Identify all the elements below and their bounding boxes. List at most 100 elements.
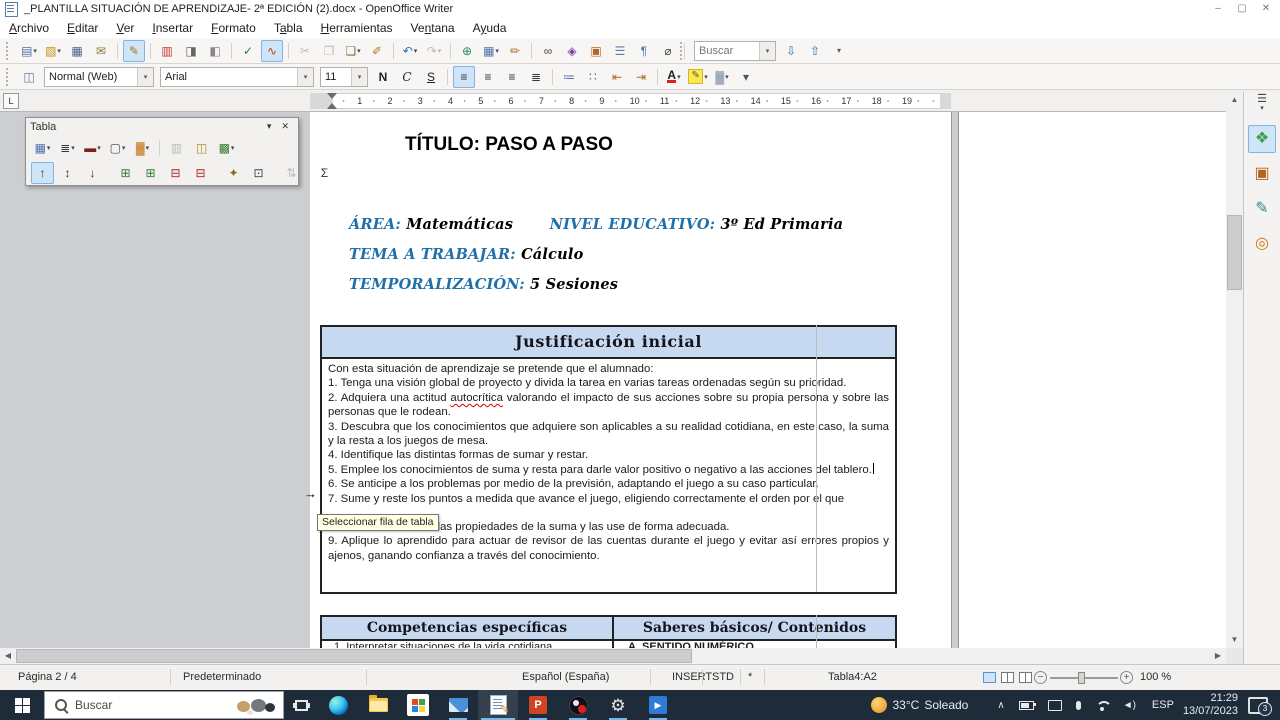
font-name-select[interactable]: Arial ▾ — [160, 66, 314, 87]
weather-temperature[interactable]: 33°C — [893, 698, 920, 712]
volume-icon[interactable]: ◄) — [1123, 700, 1136, 711]
menu-editar[interactable]: Editar — [58, 19, 107, 37]
align-right-button[interactable]: ≡ — [501, 66, 523, 88]
modified-indicator[interactable]: * — [748, 671, 752, 683]
panel-menu-icon[interactable]: ▾ — [262, 121, 277, 132]
sidebar-tab-properties[interactable]: ❖ — [1248, 125, 1276, 153]
background-color-button[interactable]: ▓ ▾ — [711, 66, 733, 88]
nonprinting-chars-button[interactable]: ¶ — [633, 40, 655, 62]
toolbar-grip[interactable] — [6, 41, 13, 60]
table-properties-button[interactable]: ⊡ — [247, 162, 270, 184]
book-view-icon[interactable] — [1019, 672, 1032, 683]
dropdown-arrow-icon[interactable]: ▾ — [122, 144, 126, 152]
zoom-level[interactable]: 100 % — [1140, 671, 1171, 683]
dropdown-arrow-icon[interactable]: ▾ — [438, 47, 442, 55]
menu-ayuda[interactable]: Ayuda — [464, 19, 516, 37]
table-panel-title-bar[interactable]: Tabla ▾ ✕ — [26, 118, 298, 135]
dropdown-arrow-icon[interactable]: ▾ — [231, 144, 235, 152]
page-style-indicator[interactable]: Predeterminado — [183, 671, 261, 683]
table-insert-button[interactable]: ▦ ▾ — [31, 137, 54, 159]
zoom-button[interactable]: ⌀ — [657, 40, 679, 62]
toolbar-grip[interactable] — [6, 67, 13, 86]
menu-tabla[interactable]: Tabla — [265, 19, 312, 37]
align-bottom-button[interactable]: ↓ — [81, 162, 104, 184]
insert-table-button[interactable]: ▦ ▾ — [480, 40, 502, 62]
keyboard-language-indicator[interactable]: ESP — [1152, 699, 1174, 711]
vertical-scrollbar[interactable]: ▲ ▼ — [1226, 92, 1243, 648]
navigator-button[interactable]: ◈ — [561, 40, 583, 62]
dropdown-arrow-icon[interactable]: ▾ — [725, 73, 729, 81]
borders-button[interactable]: ▢ ▾ — [106, 137, 129, 159]
chevron-down-icon[interactable]: ▾ — [137, 67, 153, 86]
horizontal-scroll-thumb[interactable] — [16, 649, 692, 663]
undo-button[interactable]: ↶ ▾ — [399, 40, 421, 62]
sidebar-tab-gallery[interactable]: ▣ — [1248, 160, 1276, 188]
taskbar-app-writer[interactable] — [478, 690, 518, 720]
tab-stop-selector[interactable]: L — [3, 93, 19, 109]
zoom-out-icon[interactable]: − — [1034, 671, 1047, 684]
styles-panel-button[interactable]: ◫ — [18, 66, 40, 88]
close-button[interactable]: ✕ — [1254, 0, 1278, 17]
find-replace-button[interactable]: ∞ — [537, 40, 559, 62]
table-toolbar-panel[interactable]: Tabla ▾ ✕ ▦ ▾ ≣ ▾ ▬ ▾ ▢ ▾ ▓ ▾ ▥ ◫ ▩ ▾ ↑ ↕ ↓ ⊞ ⊞ ⊟ ⊟ ✦ ⊡ ⇅ Σ — [25, 117, 328, 186]
justificacion-table[interactable]: Justificación inicial Con esta situación… — [320, 325, 897, 594]
font-color-button[interactable]: A ▾ — [663, 66, 685, 88]
save-button[interactable]: ▦ — [66, 40, 88, 62]
scroll-down-icon[interactable]: ▼ — [1226, 632, 1243, 648]
table-background-color-button[interactable]: ▓ ▾ — [131, 137, 154, 159]
delete-row-button[interactable]: ⊟ — [164, 162, 187, 184]
menu-archivo[interactable]: Archivo — [0, 19, 58, 37]
dropdown-arrow-icon[interactable]: ▾ — [357, 47, 361, 55]
scroll-up-icon[interactable]: ▲ — [1226, 92, 1243, 108]
microphone-icon[interactable] — [1075, 700, 1081, 710]
split-cells-button[interactable]: ◫ — [190, 137, 213, 159]
new-document-button[interactable]: ▤ ▾ — [18, 40, 40, 62]
maximize-button[interactable]: ▢ — [1230, 0, 1254, 17]
italic-button[interactable]: C — [396, 66, 418, 88]
print-button[interactable]: ◨ — [180, 40, 202, 62]
vertical-scroll-thumb[interactable] — [1227, 215, 1242, 290]
paste-button[interactable]: ❏ ▾ — [342, 40, 364, 62]
display-connect-icon[interactable] — [1047, 699, 1062, 711]
zoom-in-icon[interactable]: + — [1120, 671, 1133, 684]
panel-close-icon[interactable]: ✕ — [276, 121, 294, 132]
auto-spellcheck-button[interactable]: ∿ — [261, 39, 283, 62]
dropdown-arrow-icon[interactable]: ▾ — [71, 144, 75, 152]
bold-button[interactable]: N — [372, 66, 394, 88]
taskbar-app-file-explorer[interactable] — [358, 690, 398, 720]
sidebar-tab-navigator[interactable]: ◎ — [1248, 230, 1276, 258]
document-page[interactable]: TÍTULO: PASO A PASO ÁREA: Matemáticas NI… — [310, 112, 952, 648]
align-left-button[interactable]: ≡ — [453, 65, 475, 88]
language-indicator[interactable]: Español (España) — [522, 671, 609, 683]
find-next-button[interactable]: ⇩ — [780, 40, 802, 62]
dropdown-arrow-icon[interactable]: ▾ — [97, 144, 101, 152]
dropdown-arrow-icon[interactable]: ▾ — [677, 73, 681, 81]
left-indent-marker[interactable] — [327, 103, 337, 109]
scroll-left-icon[interactable]: ◀ — [0, 648, 16, 664]
insert-column-button[interactable]: ⊞ — [139, 162, 162, 184]
page-preview-button[interactable]: ◧ — [204, 40, 226, 62]
sidebar-menu-icon[interactable]: ☰ ▾ — [1257, 94, 1267, 113]
selection-mode-indicator[interactable]: STD — [712, 671, 734, 683]
menu-formato[interactable]: Formato — [202, 19, 265, 37]
numbered-list-button[interactable]: ≔ — [558, 66, 580, 88]
center-vertical-button[interactable]: ↕ — [56, 162, 79, 184]
find-toolbar-options-button[interactable]: ▾ — [828, 40, 850, 62]
toolbar-grip[interactable] — [680, 42, 687, 60]
scroll-right-icon[interactable]: ▶ — [1210, 648, 1226, 664]
format-options-button[interactable]: ▾ — [735, 66, 757, 88]
dropdown-arrow-icon[interactable]: ▾ — [146, 144, 150, 152]
gallery-button[interactable]: ▣ — [585, 40, 607, 62]
spellcheck-button[interactable]: ✓ — [237, 40, 259, 62]
next-page-edge[interactable] — [958, 112, 1226, 648]
task-view-button[interactable] — [284, 690, 318, 720]
first-line-indent-marker[interactable] — [327, 93, 337, 99]
highlighting-button[interactable]: ✎ ▾ — [687, 66, 709, 88]
decrease-indent-button[interactable]: ⇤ — [606, 66, 628, 88]
chevron-down-icon[interactable]: ▾ — [351, 67, 367, 86]
notification-center-icon[interactable]: 3 — [1248, 696, 1272, 716]
align-center-button[interactable]: ≡ — [477, 66, 499, 88]
dropdown-arrow-icon[interactable]: ▾ — [414, 47, 418, 55]
menu-ver[interactable]: Ver — [107, 19, 143, 37]
dropdown-arrow-icon[interactable]: ▾ — [495, 47, 499, 55]
